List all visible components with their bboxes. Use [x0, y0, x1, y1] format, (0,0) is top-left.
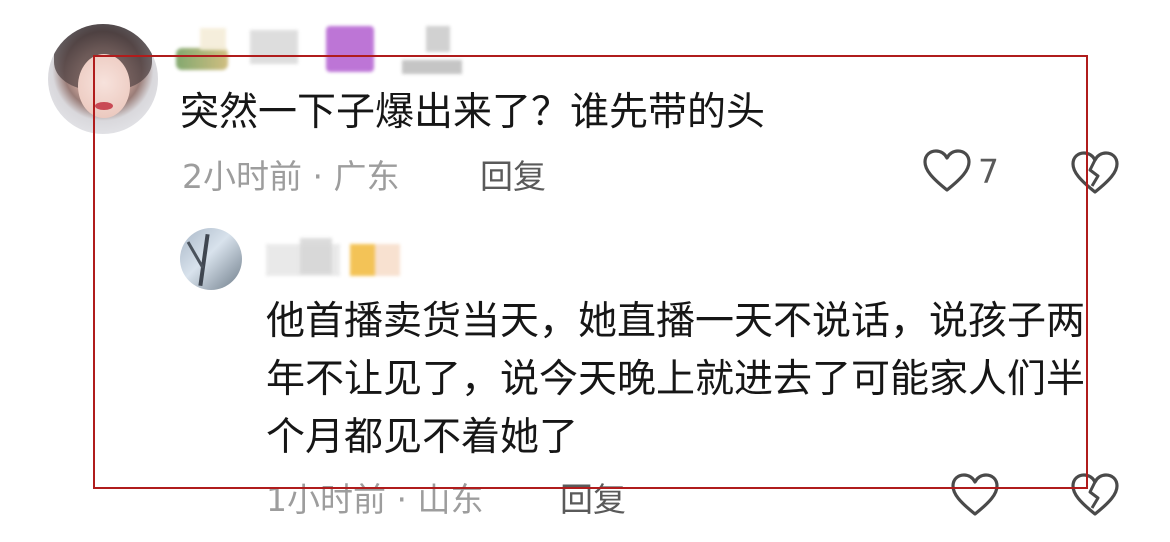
reply-text: 他首播卖货当天，她直播一天不说话，说孩子两年不让见了，说今天晚上就进去了可能家人…	[266, 299, 1086, 460]
comment-timestamp-location: 2小时前 · 广东	[182, 157, 400, 196]
reply-button[interactable]: 回复	[560, 473, 626, 521]
heart-outline-icon	[951, 473, 999, 516]
dislike-button[interactable]	[1070, 472, 1120, 522]
like-button[interactable]	[950, 472, 1000, 522]
dislike-button[interactable]	[1070, 150, 1120, 200]
like-button[interactable]	[922, 148, 972, 198]
replier-avatar[interactable]	[180, 228, 242, 290]
broken-heart-icon	[1071, 151, 1119, 194]
reply-timestamp-location: 1小时前 · 山东	[266, 480, 484, 519]
reply-button[interactable]: 回复	[480, 150, 546, 198]
heart-outline-icon	[923, 149, 971, 192]
like-count: 7	[978, 152, 999, 191]
commenter-avatar[interactable]	[48, 24, 158, 134]
broken-heart-icon	[1071, 473, 1119, 516]
comment-text: 突然一下子爆出来了？谁先带的头	[180, 90, 766, 135]
